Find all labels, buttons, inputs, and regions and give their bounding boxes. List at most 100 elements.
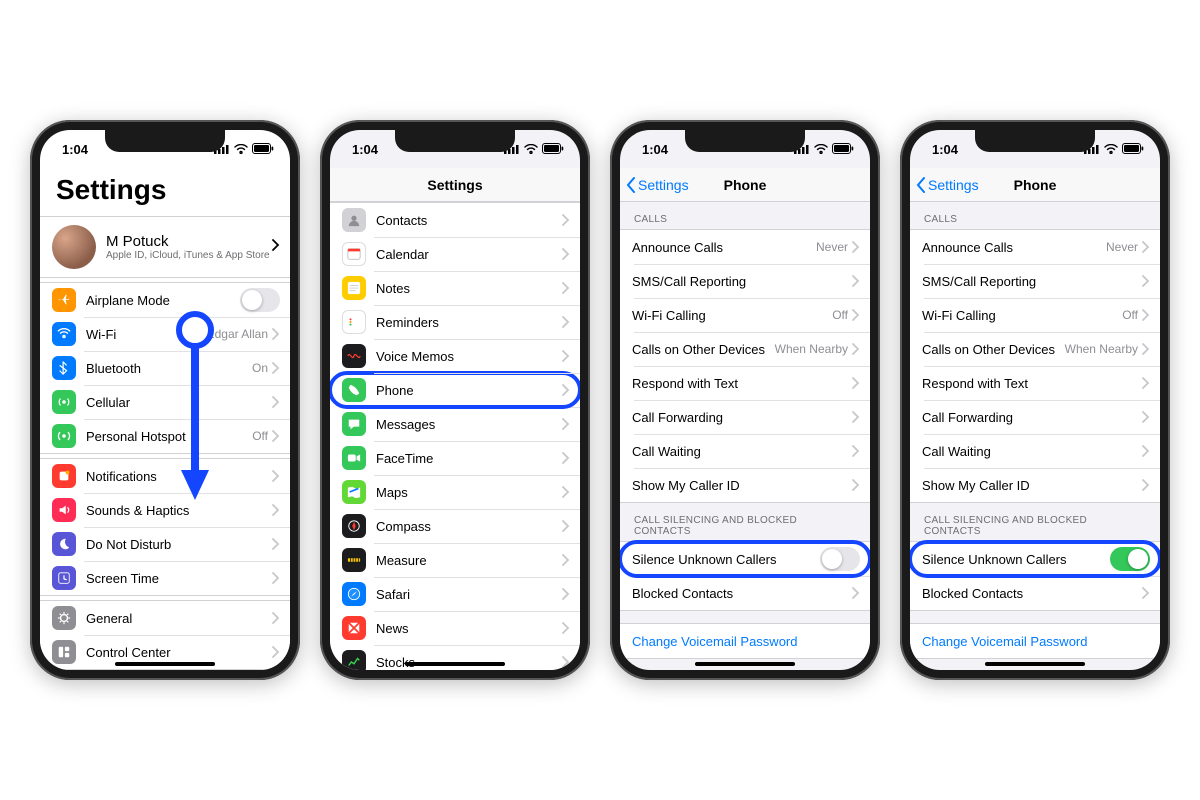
- settings-row-phone[interactable]: Phone: [330, 373, 580, 407]
- compass-icon: [342, 514, 366, 538]
- row-detail: Off: [252, 429, 268, 443]
- settings-row-show-my-caller-id[interactable]: Show My Caller ID: [910, 468, 1160, 502]
- settings-row-airplane-mode[interactable]: Airplane Mode: [40, 283, 290, 317]
- chevron-right-icon: [272, 572, 280, 584]
- row-label: Messages: [376, 417, 562, 432]
- row-detail: Never: [816, 240, 848, 254]
- row-label: Respond with Text: [632, 376, 852, 391]
- chevron-right-icon: [272, 646, 280, 658]
- settings-row-reminders[interactable]: Reminders: [330, 305, 580, 339]
- chevron-right-icon: [562, 520, 570, 532]
- row-label: Show My Caller ID: [922, 478, 1142, 493]
- row-label: General: [86, 611, 272, 626]
- settings-row-compass[interactable]: Compass: [330, 509, 580, 543]
- row-label: Personal Hotspot: [86, 429, 252, 444]
- row-label: Calls on Other Devices: [632, 342, 775, 357]
- facetime-icon: [342, 446, 366, 470]
- settings-row-screen-time[interactable]: Screen Time: [40, 561, 290, 595]
- settings-row-respond-with-text[interactable]: Respond with Text: [620, 366, 870, 400]
- iphone-frame: 1:04 Settings ContactsCalendarNotesRemin…: [320, 120, 590, 680]
- row-label: Call Waiting: [632, 444, 852, 459]
- chevron-right-icon: [562, 486, 570, 498]
- wifi-status-icon: [1104, 142, 1118, 157]
- chevron-right-icon: [562, 316, 570, 328]
- back-button[interactable]: Settings: [916, 177, 979, 193]
- row-label: Silence Unknown Callers: [922, 552, 1110, 567]
- settings-row-blocked-contacts[interactable]: Blocked Contacts: [620, 576, 870, 610]
- chevron-right-icon: [562, 248, 570, 260]
- settings-row-wi-fi[interactable]: Wi-FiEdgar Allan: [40, 317, 290, 351]
- chevron-right-icon: [1142, 309, 1150, 321]
- settings-row-call-forwarding[interactable]: Call Forwarding: [620, 400, 870, 434]
- profile-subtitle: Apple ID, iCloud, iTunes & App Store: [106, 250, 272, 261]
- row-detail: When Nearby: [775, 342, 848, 356]
- change-voicemail-password[interactable]: Change Voicemail Password: [620, 624, 870, 658]
- settings-row-show-my-caller-id[interactable]: Show My Caller ID: [620, 468, 870, 502]
- safari-icon: [342, 582, 366, 606]
- settings-row-safari[interactable]: Safari: [330, 577, 580, 611]
- toggle[interactable]: [240, 288, 280, 312]
- settings-row-announce-calls[interactable]: Announce CallsNever: [620, 230, 870, 264]
- toggle[interactable]: [820, 547, 860, 571]
- settings-row-bluetooth[interactable]: BluetoothOn: [40, 351, 290, 385]
- settings-row-respond-with-text[interactable]: Respond with Text: [910, 366, 1160, 400]
- settings-row-maps[interactable]: Maps: [330, 475, 580, 509]
- settings-row-announce-calls[interactable]: Announce CallsNever: [910, 230, 1160, 264]
- settings-row-calls-on-other-devices[interactable]: Calls on Other DevicesWhen Nearby: [910, 332, 1160, 366]
- row-label: Safari: [376, 587, 562, 602]
- chevron-right-icon: [852, 343, 860, 355]
- settings-row-notifications[interactable]: Notifications: [40, 459, 290, 493]
- settings-row-sms-call-reporting[interactable]: SMS/Call Reporting: [910, 264, 1160, 298]
- row-label: News: [376, 621, 562, 636]
- back-button[interactable]: Settings: [626, 177, 689, 193]
- messages-icon: [342, 412, 366, 436]
- settings-row-calls-on-other-devices[interactable]: Calls on Other DevicesWhen Nearby: [620, 332, 870, 366]
- settings-row-wi-fi-calling[interactable]: Wi-Fi CallingOff: [910, 298, 1160, 332]
- settings-row-silence-unknown-callers[interactable]: Silence Unknown Callers: [910, 542, 1160, 576]
- chevron-right-icon: [1142, 241, 1150, 253]
- settings-row-cellular[interactable]: Cellular: [40, 385, 290, 419]
- change-voicemail-password[interactable]: Change Voicemail Password: [910, 624, 1160, 658]
- cellular-icon: [52, 390, 76, 414]
- chevron-right-icon: [852, 445, 860, 457]
- status-time: 1:04: [62, 142, 88, 157]
- row-label: Cellular: [86, 395, 272, 410]
- settings-row-news[interactable]: News: [330, 611, 580, 645]
- row-label: Measure: [376, 553, 562, 568]
- chevron-right-icon: [852, 479, 860, 491]
- settings-row-general[interactable]: General: [40, 601, 290, 635]
- controlcenter-icon: [52, 640, 76, 664]
- settings-row-sounds-haptics[interactable]: Sounds & Haptics: [40, 493, 290, 527]
- settings-row-measure[interactable]: Measure: [330, 543, 580, 577]
- row-label: FaceTime: [376, 451, 562, 466]
- battery-icon: [1122, 142, 1144, 157]
- settings-row-stocks[interactable]: Stocks: [330, 645, 580, 670]
- chevron-right-icon: [272, 396, 280, 408]
- chevron-right-icon: [852, 587, 860, 599]
- row-label: SMS/Call Reporting: [922, 274, 1142, 289]
- settings-row-call-forwarding[interactable]: Call Forwarding: [910, 400, 1160, 434]
- toggle[interactable]: [1110, 547, 1150, 571]
- settings-row-calendar[interactable]: Calendar: [330, 237, 580, 271]
- settings-row-sms-call-reporting[interactable]: SMS/Call Reporting: [620, 264, 870, 298]
- settings-row-contacts[interactable]: Contacts: [330, 203, 580, 237]
- chevron-right-icon: [272, 238, 280, 256]
- settings-row-call-waiting[interactable]: Call Waiting: [620, 434, 870, 468]
- settings-row-wi-fi-calling[interactable]: Wi-Fi CallingOff: [620, 298, 870, 332]
- apple-id-row[interactable]: M Potuck Apple ID, iCloud, iTunes & App …: [40, 216, 290, 278]
- settings-row-do-not-disturb[interactable]: Do Not Disturb: [40, 527, 290, 561]
- settings-row-facetime[interactable]: FaceTime: [330, 441, 580, 475]
- settings-row-silence-unknown-callers[interactable]: Silence Unknown Callers: [620, 542, 870, 576]
- settings-row-messages[interactable]: Messages: [330, 407, 580, 441]
- group-header-silencing: CALL SILENCING AND BLOCKED CONTACTS: [620, 503, 870, 541]
- group-header-silencing: CALL SILENCING AND BLOCKED CONTACTS: [910, 503, 1160, 541]
- settings-row-personal-hotspot[interactable]: Personal HotspotOff: [40, 419, 290, 453]
- settings-row-notes[interactable]: Notes: [330, 271, 580, 305]
- page-title: Settings: [40, 168, 290, 216]
- settings-row-call-waiting[interactable]: Call Waiting: [910, 434, 1160, 468]
- settings-row-blocked-contacts[interactable]: Blocked Contacts: [910, 576, 1160, 610]
- chevron-right-icon: [272, 612, 280, 624]
- bluetooth-icon: [52, 356, 76, 380]
- settings-row-voice-memos[interactable]: Voice Memos: [330, 339, 580, 373]
- row-label: Blocked Contacts: [922, 586, 1142, 601]
